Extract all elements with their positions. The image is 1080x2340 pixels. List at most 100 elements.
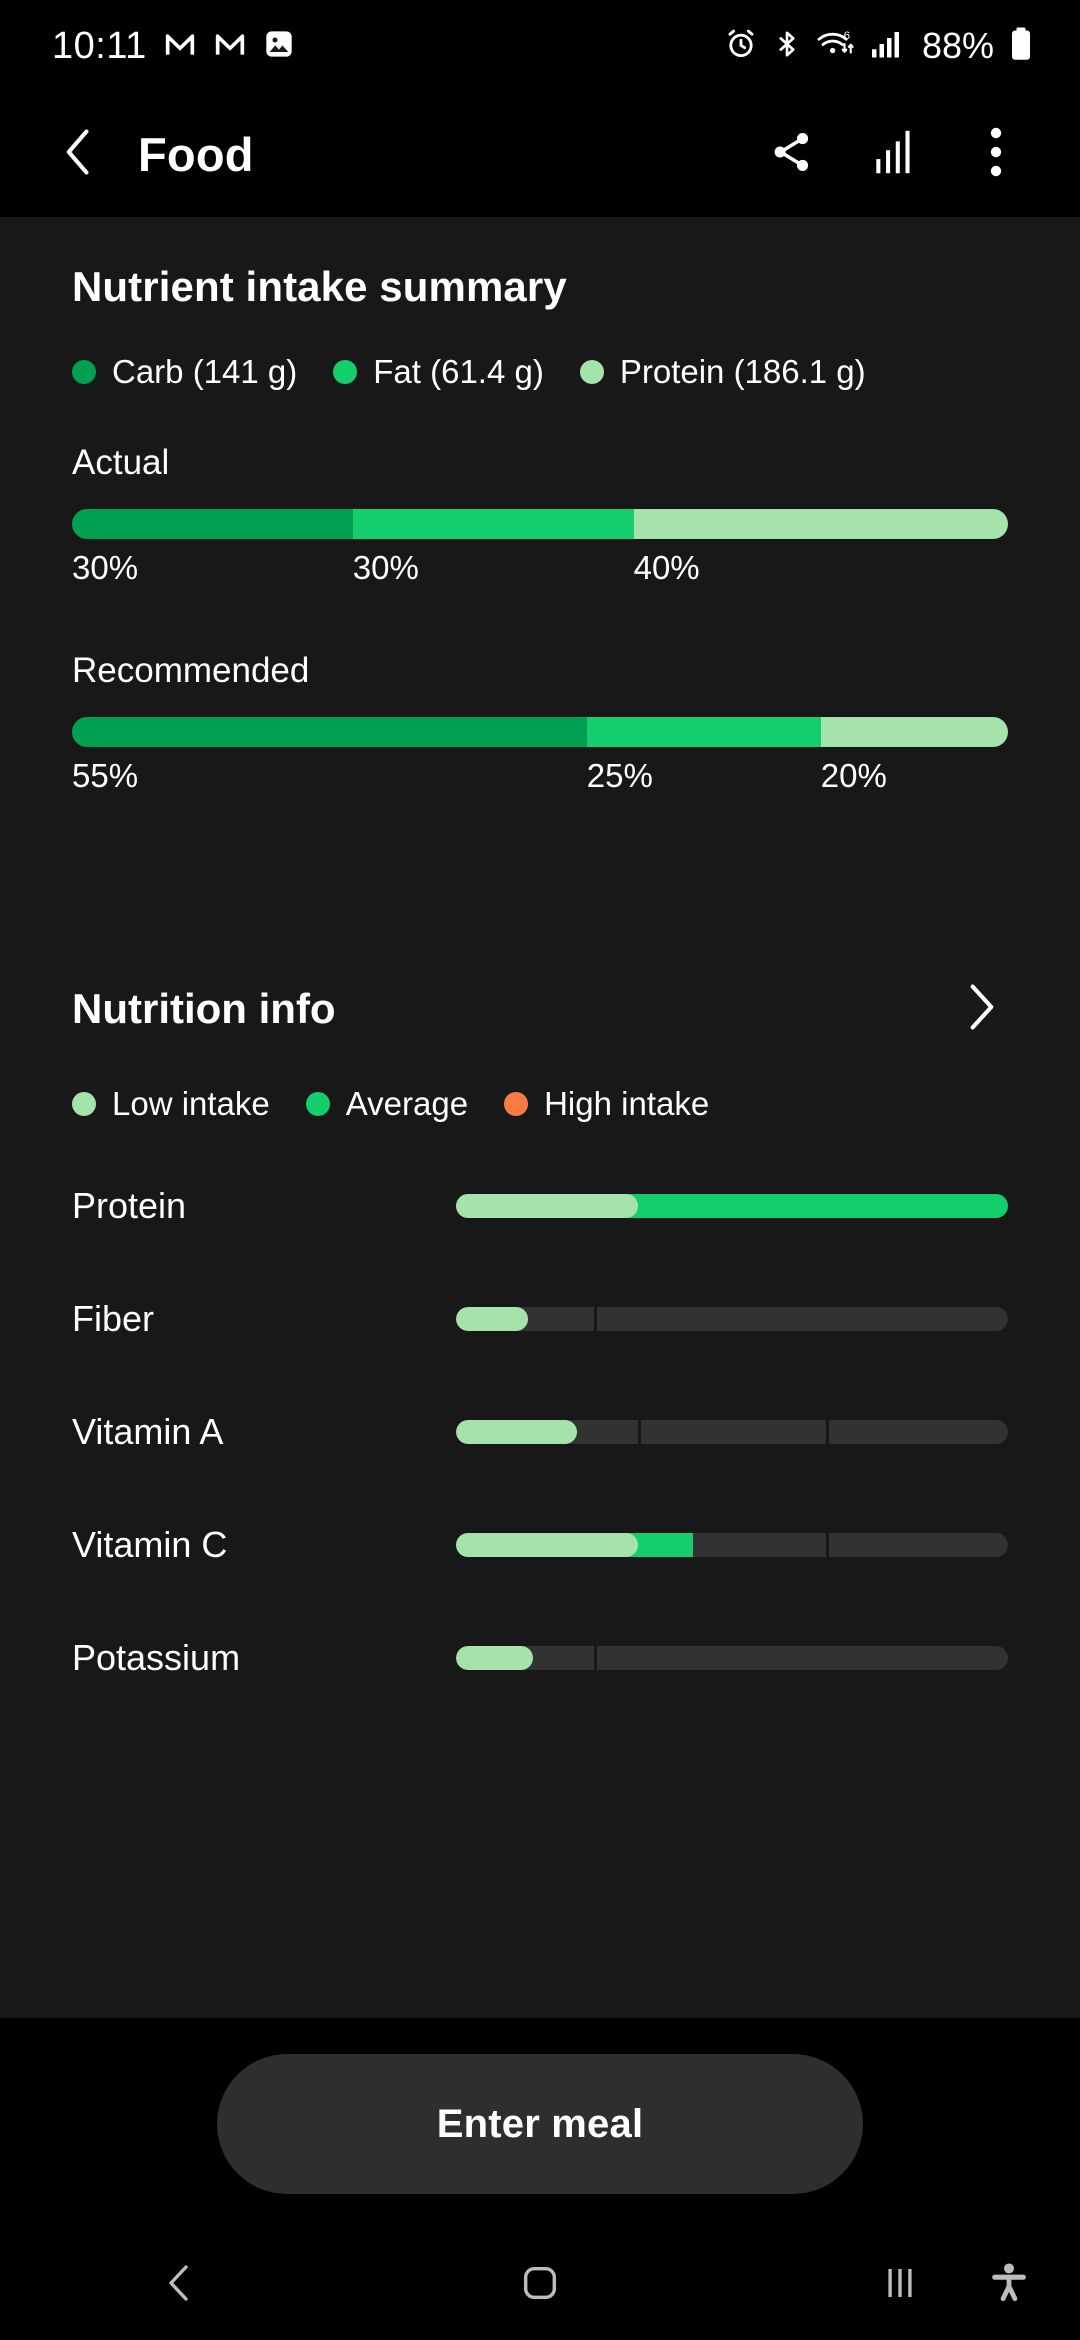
nav-home-button[interactable] xyxy=(360,2230,720,2340)
app-bar: Food xyxy=(0,92,1080,217)
nutrient-row-vitamin-a[interactable]: Vitamin A xyxy=(0,1375,1080,1488)
bar-chart-icon xyxy=(872,129,916,180)
bluetooth-icon xyxy=(772,27,802,66)
recommended-tick-fat: 25% xyxy=(586,757,653,794)
nutrient-row-vitamin-c[interactable]: Vitamin C xyxy=(0,1488,1080,1601)
recommended-stacked-bar xyxy=(72,717,1008,747)
nutrition-info-title: Nutrition info xyxy=(72,985,336,1032)
nutrient-row-fiber[interactable]: Fiber xyxy=(0,1262,1080,1375)
actual-segment-protein xyxy=(633,509,1008,539)
legend-label-low-intake: Low intake xyxy=(112,1085,270,1122)
nav-back-icon xyxy=(160,2263,200,2308)
legend-dot-fat xyxy=(333,360,358,384)
nav-back-button[interactable] xyxy=(0,2230,360,2340)
macro-legend: Carb (141 g) Fat (61.4 g) Protein (186.1… xyxy=(0,353,1080,391)
page-title: Food xyxy=(138,128,254,181)
nutrient-bar-divider xyxy=(825,1419,829,1444)
nutrient-row-potassium[interactable]: Potassium xyxy=(0,1601,1080,1714)
nutrient-bar-track xyxy=(456,1532,1008,1557)
nutrient-bar-track xyxy=(456,1645,1008,1670)
recommended-tick-labels: 55% 25% 20% xyxy=(72,757,1008,807)
nutrient-label: Fiber xyxy=(72,1297,155,1339)
nutrient-bar-low xyxy=(456,1306,528,1331)
actual-segment-carb xyxy=(72,509,353,539)
chevron-right-icon xyxy=(962,981,1002,1038)
recommended-bar-block: Recommended 55% 25% 20% xyxy=(0,651,1080,807)
legend-dot-protein xyxy=(579,360,604,384)
enter-meal-button[interactable]: Enter meal xyxy=(217,2054,863,2194)
nutrient-summary-title: Nutrient intake summary xyxy=(72,263,567,310)
actual-caption: Actual xyxy=(72,443,170,482)
status-bar-left: 10:11 xyxy=(52,27,295,66)
recommended-caption: Recommended xyxy=(72,651,310,690)
battery-percent: 88% xyxy=(921,25,994,66)
recommended-segment-protein xyxy=(820,717,1008,747)
legend-item-low-intake: Low intake xyxy=(72,1085,270,1123)
legend-dot-average xyxy=(305,1092,330,1116)
nutrition-info-chevron-button[interactable] xyxy=(948,975,1016,1043)
nutrient-bar-low xyxy=(456,1532,639,1557)
more-options-button[interactable] xyxy=(956,115,1036,195)
actual-bar-block: Actual 30% 30% 40% xyxy=(0,443,1080,599)
nutrient-label: Vitamin A xyxy=(72,1410,224,1452)
recommended-segment-carb xyxy=(72,717,587,747)
nutrient-row-protein[interactable]: Protein xyxy=(0,1149,1080,1262)
nutrient-bar-low xyxy=(456,1419,578,1444)
share-button[interactable] xyxy=(752,115,832,195)
battery-icon xyxy=(1008,26,1034,67)
legend-item-average: Average xyxy=(305,1085,468,1123)
legend-dot-high-intake xyxy=(504,1092,529,1116)
legend-label-carb: Carb (141 g) xyxy=(112,353,298,390)
status-clock: 10:11 xyxy=(52,25,147,67)
actual-tick-protein: 40% xyxy=(633,549,700,586)
accessibility-button[interactable] xyxy=(964,2230,1054,2340)
nutrient-bar-divider xyxy=(825,1532,829,1557)
svg-text:6: 6 xyxy=(844,30,850,42)
legend-item-high-intake: High intake xyxy=(504,1085,709,1123)
actual-tick-labels: 30% 30% 40% xyxy=(72,549,1008,599)
alarm-clock-icon xyxy=(724,27,758,66)
gmail-icon xyxy=(213,27,247,66)
system-navigation-bar xyxy=(0,2230,1080,2340)
nutrient-bar-track xyxy=(456,1306,1008,1331)
more-vertical-icon xyxy=(988,126,1004,183)
actual-stacked-bar xyxy=(72,509,1008,539)
legend-dot-carb xyxy=(72,360,96,384)
nav-home-icon xyxy=(519,2262,561,2309)
actual-tick-fat: 30% xyxy=(352,549,419,586)
accessibility-icon xyxy=(986,2260,1032,2311)
nutrient-bar-low xyxy=(456,1645,534,1670)
scroll-content[interactable]: Nutrient intake summary Carb (141 g) Fat… xyxy=(0,217,1080,2103)
back-button[interactable] xyxy=(44,120,114,190)
chevron-left-icon xyxy=(56,126,102,183)
legend-item-carb: Carb (141 g) xyxy=(72,353,297,391)
legend-label-protein: Protein (186.1 g) xyxy=(619,353,866,390)
cellular-signal-icon xyxy=(870,29,904,64)
actual-tick-carb: 30% xyxy=(72,549,139,586)
status-bar: 10:11 6 88% xyxy=(0,0,1080,92)
chart-button[interactable] xyxy=(854,115,934,195)
nutrition-info-header[interactable]: Nutrition info xyxy=(0,975,1080,1043)
legend-item-protein: Protein (186.1 g) xyxy=(579,353,866,391)
recommended-segment-fat xyxy=(586,717,821,747)
nutrient-label: Potassium xyxy=(72,1636,241,1678)
intake-legend: Low intake Average High intake xyxy=(0,1085,1080,1123)
nutrient-bar-divider xyxy=(594,1306,597,1331)
status-bar-right: 6 88% xyxy=(724,26,1034,67)
recommended-tick-protein: 20% xyxy=(820,757,887,794)
nutrient-label: Protein xyxy=(72,1184,187,1226)
footer-bar: Enter meal xyxy=(0,2018,1080,2230)
nutrient-bar-low xyxy=(456,1193,639,1218)
gallery-image-icon xyxy=(263,28,295,65)
wifi-6-icon: 6 xyxy=(816,27,856,66)
gmail-icon xyxy=(163,27,197,66)
nutrient-list: Protein Fiber Vitamin A Vitamin C Potass… xyxy=(0,1149,1080,1714)
share-icon xyxy=(769,129,815,180)
nutrient-bar-track xyxy=(456,1193,1008,1218)
nutrient-bar-divider xyxy=(638,1419,642,1444)
nutrient-label: Vitamin C xyxy=(72,1523,228,1565)
nav-recents-icon xyxy=(880,2263,920,2308)
